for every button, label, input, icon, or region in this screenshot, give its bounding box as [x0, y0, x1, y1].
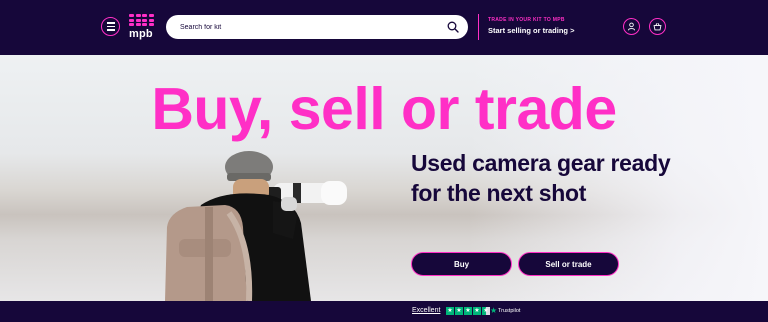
account-icon [627, 22, 636, 31]
trustpilot-stars[interactable]: ★ ★ ★ ★ ★ [446, 307, 490, 315]
trustpilot-bar: Excellent ★ ★ ★ ★ ★ ★ Trustpilot [0, 301, 768, 322]
star-icon: ★ [482, 307, 490, 315]
hero-subheadline: Used camera gear ready for the next shot [411, 150, 671, 206]
trustpilot-rating-label[interactable]: Excellent [412, 307, 440, 314]
search-bar [166, 15, 468, 39]
basket-button[interactable] [649, 18, 666, 35]
header-divider [478, 14, 479, 40]
hero-banner: Buy, sell or trade Used camera gear read… [0, 55, 768, 301]
menu-icon [106, 22, 115, 24]
trade-eyebrow: TRADE IN YOUR KIT TO MPB [488, 17, 565, 23]
account-button[interactable] [623, 18, 640, 35]
sell-or-trade-button[interactable]: Sell or trade [518, 252, 619, 276]
trustpilot-brand: Trustpilot [498, 308, 521, 314]
menu-button[interactable] [101, 17, 120, 36]
logo[interactable]: mpb [129, 14, 157, 40]
photographer-image [165, 151, 347, 301]
star-icon: ★ [464, 307, 472, 315]
buy-button[interactable]: Buy [411, 252, 512, 276]
logo-text: mpb [129, 28, 153, 40]
star-icon: ★ [455, 307, 463, 315]
search-icon[interactable] [447, 21, 459, 33]
start-selling-link[interactable]: Start selling or trading > [488, 26, 574, 35]
hero-headline: Buy, sell or trade [151, 76, 617, 142]
basket-icon [653, 22, 662, 31]
site-header: mpb TRADE IN YOUR KIT TO MPB Start selli… [0, 0, 768, 55]
star-icon: ★ [473, 307, 481, 315]
search-input[interactable] [180, 15, 430, 39]
trustpilot-logo-icon: ★ [490, 306, 498, 315]
star-icon: ★ [446, 307, 454, 315]
logo-mark [129, 14, 157, 26]
